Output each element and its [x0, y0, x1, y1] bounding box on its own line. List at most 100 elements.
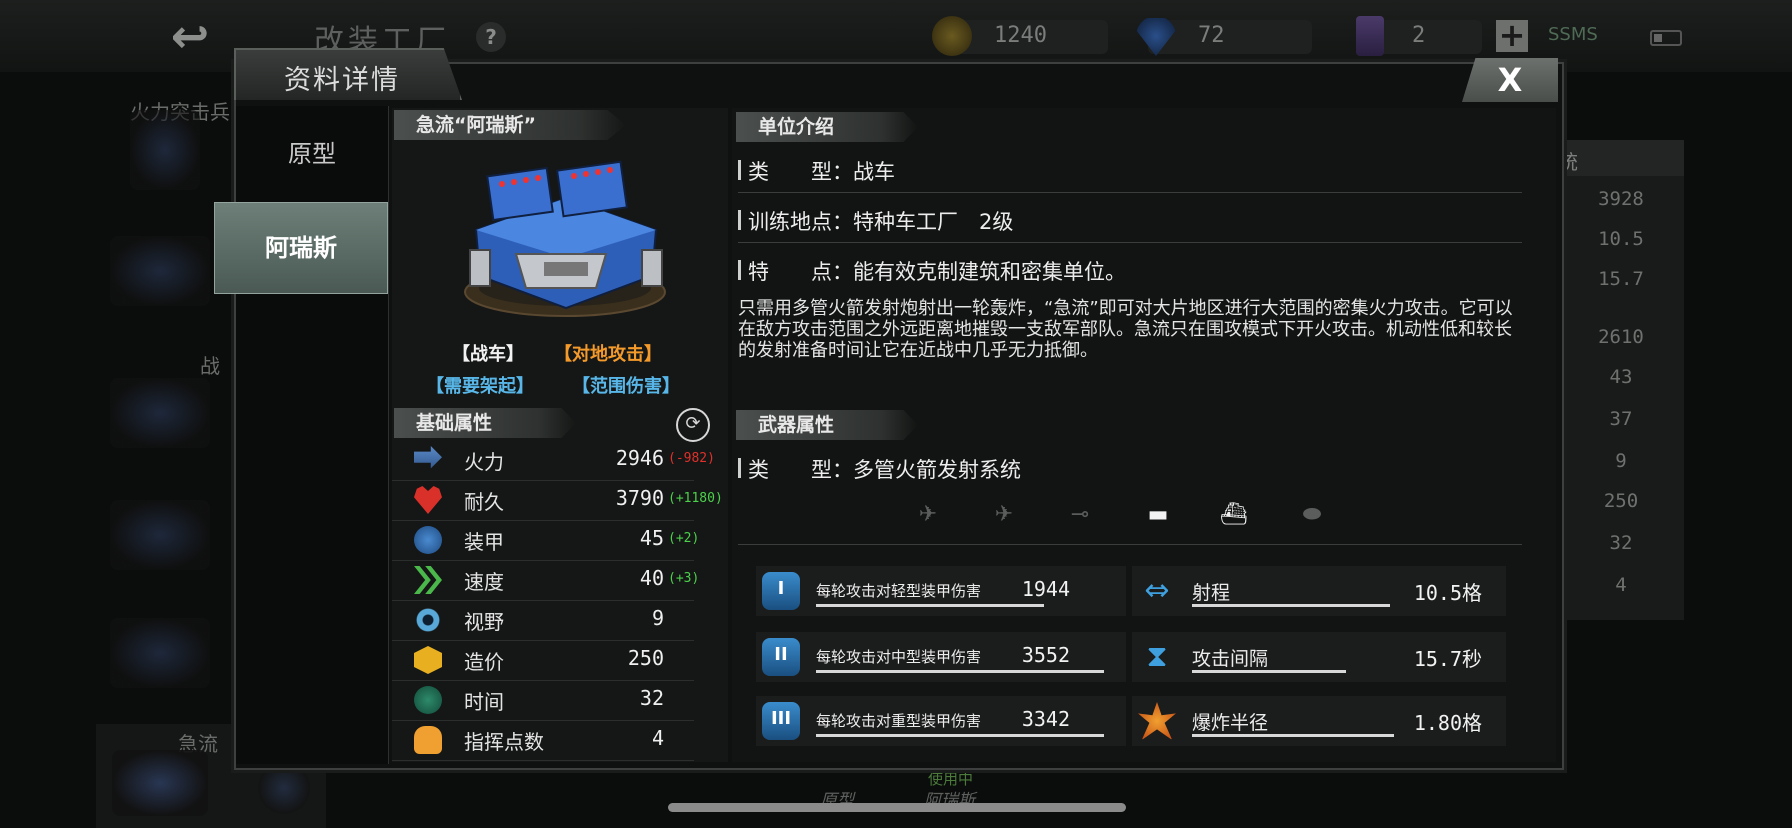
tank-icon: ▬	[1147, 502, 1169, 527]
card-icon	[1356, 16, 1384, 56]
stat-name: 耐久	[464, 490, 504, 514]
bg-stat-value: 15.7	[1598, 268, 1644, 290]
tab-ares[interactable]: 阿瑞斯	[214, 202, 388, 294]
stat-name: 视野	[464, 610, 504, 634]
weapon-type: 类 型：多管火箭发射系统	[748, 458, 1021, 482]
refresh-icon[interactable]: ⟳	[676, 408, 710, 442]
submarine-icon: ⬬	[1302, 502, 1322, 527]
stat-value: 4	[651, 726, 664, 750]
command-points-icon	[414, 726, 442, 754]
attack-interval-stat: ⧗ 攻击间隔 15.7秒	[1132, 632, 1506, 682]
stat-row: 耐久 3790 (+1180)	[392, 480, 723, 521]
firepower-icon	[414, 446, 442, 469]
add-resource-button[interactable]: +	[1496, 19, 1528, 52]
training-row: 训练地点：特种车工厂 2级	[738, 196, 1522, 243]
bg-unit-tank-2[interactable]	[110, 378, 210, 448]
gem-amount: 72	[1198, 23, 1225, 48]
bomber-plane-icon: ✈	[994, 502, 1014, 527]
bg-stat-value: 10.5	[1598, 228, 1644, 250]
base-stats-header: 基础属性	[394, 408, 576, 438]
gold-amount: 1240	[994, 23, 1047, 48]
fighter-jet-icon: ✈	[918, 502, 938, 527]
dialog-title: 资料详情	[284, 65, 400, 96]
bg-stat-value: 3928	[1598, 188, 1644, 210]
unit-feature: 特 点：能有效克制建筑和密集单位。	[748, 260, 1126, 284]
bg-current-unit-thumb	[112, 750, 208, 816]
unit-type: 类 型：战车	[748, 160, 895, 184]
tag-area-damage: 【范围伤害】	[572, 376, 680, 397]
tag-needs-deploy: 【需要架起】	[426, 376, 534, 397]
unit-name: 急流“阿瑞斯”	[394, 110, 626, 140]
blast-radius-icon	[1138, 702, 1176, 740]
card-amount: 2	[1412, 23, 1426, 48]
stat-row: 速度 40 (+3)	[392, 560, 699, 601]
stat-row: 指挥点数 4	[392, 720, 694, 761]
stat-value: 2946	[615, 446, 664, 470]
weapon-stats-header: 武器属性	[736, 410, 918, 440]
gem-counter: 72	[1136, 18, 1312, 56]
battery-icon	[1650, 30, 1682, 46]
stat-delta: (+3)	[668, 571, 700, 586]
stat-row: 时间 32	[392, 680, 694, 721]
range-icon: ⇔	[1144, 573, 1170, 608]
heavy-armor-icon: III	[762, 702, 800, 740]
cost-icon	[414, 646, 442, 674]
training-location: 训练地点：特种车工厂 2级	[748, 210, 1014, 234]
helicopter-icon: ⊸	[1070, 502, 1090, 527]
bg-stat-value: 250	[1603, 490, 1639, 512]
bg-stat-value: 4	[1615, 574, 1627, 596]
bg-unit-tank-1[interactable]	[110, 236, 210, 306]
gold-coin-icon	[932, 16, 972, 56]
bg-unit-label-2: 战	[200, 354, 220, 378]
light-armor-damage: I 每轮攻击对轻型装甲伤害 1944	[756, 566, 1126, 616]
stat-value: 32	[639, 686, 664, 710]
heart-icon	[414, 486, 442, 514]
stat-name: 造价	[464, 650, 504, 674]
stat-value: 3790	[615, 486, 664, 510]
heavy-armor-damage: III 每轮攻击对重型装甲伤害 3342	[756, 696, 1126, 746]
medium-armor-damage: II 每轮攻击对中型装甲伤害 3552	[756, 632, 1126, 682]
back-button[interactable]: ↩	[150, 10, 230, 62]
stat-value: 250	[627, 646, 664, 670]
stat-name: 指挥点数	[464, 730, 544, 754]
unit-description: 只需用多管火箭发射炮射出一轮轰炸，“急流”即可对大片地区进行大范围的密集火力攻击…	[738, 298, 1513, 361]
network-status: SSMS	[1548, 24, 1598, 45]
medium-armor-icon: II	[762, 638, 800, 676]
tab-prototype[interactable]: 原型	[236, 116, 388, 192]
close-button[interactable]: X	[1462, 58, 1558, 102]
stat-row: 火力 2946 (-982)	[392, 440, 715, 481]
time-icon	[414, 686, 442, 714]
armor-icon	[414, 526, 442, 554]
target-types: ✈ ✈ ⊸ ▬ ⛴ ⬬	[738, 490, 1522, 545]
light-armor-icon: I	[762, 572, 800, 610]
bg-unit-soldier[interactable]	[130, 110, 200, 190]
home-indicator	[668, 803, 1126, 812]
weapon-type-row: 类 型：多管火箭发射系统	[738, 444, 1522, 490]
speed-icon	[414, 566, 442, 594]
stat-name: 速度	[464, 570, 504, 594]
bg-stat-value: 37	[1609, 408, 1633, 430]
tag-ground-attack: 【对地攻击】	[554, 344, 662, 365]
eye-icon	[414, 606, 442, 634]
blast-radius-stat: 爆炸半径 1.80格	[1132, 696, 1506, 746]
bg-unit-tank-3[interactable]	[110, 500, 210, 570]
dialog-title-tab: 资料详情	[234, 48, 462, 100]
unit-intro-header: 单位介绍	[736, 112, 918, 142]
bg-stat-value: 2610	[1598, 326, 1644, 348]
stat-row: 造价 250	[392, 640, 694, 681]
stat-row: 视野 9	[392, 600, 694, 641]
gold-counter: 1240	[932, 16, 1108, 56]
stat-name: 装甲	[464, 530, 504, 554]
stat-delta: (+2)	[668, 531, 700, 546]
bg-stat-value: 43	[1609, 366, 1633, 388]
unit-image	[464, 160, 666, 317]
bg-unit-tank-4[interactable]	[110, 618, 210, 688]
stat-delta: (+1180)	[668, 491, 723, 506]
help-icon[interactable]: ?	[476, 22, 506, 52]
stat-value: 45	[639, 526, 664, 550]
bg-stat-value: 32	[1609, 532, 1633, 554]
variant-tabs: 原型 阿瑞斯	[214, 106, 389, 764]
tag-vehicle: 【战车】	[452, 344, 524, 365]
stat-name: 火力	[464, 450, 504, 474]
stat-value: 40	[639, 566, 664, 590]
